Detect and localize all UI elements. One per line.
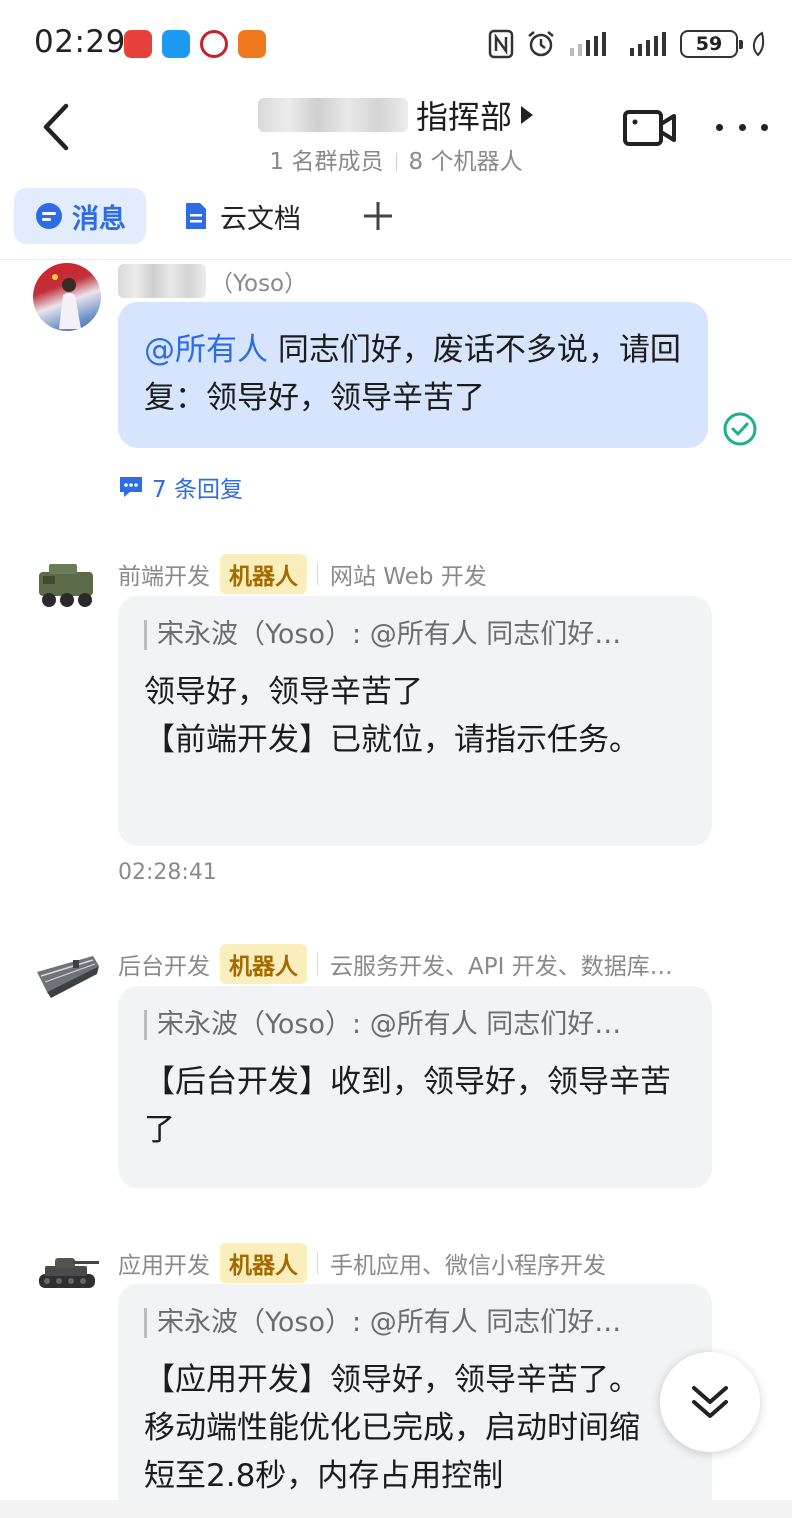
message-sender: 后台开发 机器人 云服务开发、API 开发、数据库… xyxy=(118,944,673,984)
quoted-message[interactable]: 宋永波（Yoso）: @所有人 同志们好… xyxy=(144,1308,640,1338)
message-text: 领导好，领导辛苦了 xyxy=(144,674,423,710)
blurred-name xyxy=(257,98,408,132)
message-bubble[interactable]: @所有人 同志们好，废话不多说，请回复：领导好，领导辛苦了 xyxy=(118,302,708,448)
armored-vehicle-icon xyxy=(39,564,93,607)
bot-description: 手机应用、微信小程序开发 xyxy=(330,1253,606,1279)
quoted-message[interactable]: 宋永波（Yoso）: @所有人 同志们好… xyxy=(144,1010,686,1040)
message-sender: （Yoso） xyxy=(118,264,307,298)
blurred-sender-name xyxy=(118,264,206,298)
add-tab-icon[interactable] xyxy=(360,194,396,238)
bot-badge: 机器人 xyxy=(220,1243,307,1283)
message-sender: 前端开发 机器人 网站 Web 开发 xyxy=(118,554,487,594)
sender-name: 后台开发 xyxy=(118,954,210,980)
message-bubble[interactable]: 宋永波（Yoso）: @所有人 同志们好… 领导好，领导辛苦了 【前端开发】已就… xyxy=(118,596,712,846)
mention-all[interactable]: @所有人 xyxy=(144,332,268,368)
status-bar: 02:29 59 xyxy=(0,0,792,88)
nfc-icon xyxy=(488,29,514,59)
avatar-app-bot[interactable] xyxy=(33,1240,101,1308)
bot-description: 网站 Web 开发 xyxy=(330,564,487,590)
clock: 02:29 xyxy=(34,24,126,60)
video-call-icon[interactable] xyxy=(622,106,678,150)
person-figure-icon xyxy=(52,274,81,329)
caret-right-icon xyxy=(521,106,533,124)
avatar-frontend-bot[interactable] xyxy=(33,552,101,620)
signal-icon-2 xyxy=(630,32,666,56)
bot-badge: 机器人 xyxy=(220,554,307,594)
avatar-user[interactable] xyxy=(33,263,101,331)
scroll-to-bottom-button[interactable] xyxy=(660,1352,760,1452)
leaf-icon xyxy=(752,31,765,57)
bank-icon xyxy=(200,30,228,58)
message-text: 【前端开发】已就位，请指示任务。 xyxy=(144,722,640,758)
tab-messages[interactable]: 消息 xyxy=(14,188,146,244)
avatar-backend-bot[interactable] xyxy=(33,942,101,1010)
chat-header: 指挥部 1 名群成员 8 个机器人 xyxy=(0,88,792,180)
signal-icon-1 xyxy=(570,32,606,56)
battery-indicator: 59 xyxy=(680,30,743,58)
tab-docs-label: 云文档 xyxy=(220,203,301,235)
quoted-message[interactable]: 宋永波（Yoso）: @所有人 同志们好… xyxy=(144,620,686,650)
sender-suffix: （Yoso） xyxy=(210,271,308,297)
app-icon xyxy=(238,30,266,58)
alarm-icon xyxy=(528,31,554,57)
message-bubble[interactable]: 宋永波（Yoso）: @所有人 同志们好… 【应用开发】领导好，领导辛苦了。移动… xyxy=(118,1284,712,1518)
double-chevron-down-icon xyxy=(692,1386,728,1418)
bot-count: 8 个机器人 xyxy=(408,149,523,175)
member-count: 1 名群成员 xyxy=(269,149,384,175)
more-options-icon[interactable] xyxy=(716,112,768,142)
read-check-icon xyxy=(723,412,757,446)
bot-badge: 机器人 xyxy=(220,944,307,984)
bot-description: 云服务开发、API 开发、数据库… xyxy=(330,954,673,980)
tank-icon xyxy=(39,1258,99,1288)
message-text: 【后台开发】收到，领导好，领导辛苦了 xyxy=(144,1064,671,1148)
huawei-store-icon xyxy=(124,30,152,58)
tab-bar: 消息 云文档 xyxy=(0,180,792,260)
document-icon xyxy=(186,203,206,229)
replies-count: 7 条回复 xyxy=(152,477,243,503)
reply-thread-icon xyxy=(120,477,142,497)
bottom-edge xyxy=(0,1500,792,1518)
message-timestamp: 02:28:41 xyxy=(118,860,217,885)
message-bubble[interactable]: 宋永波（Yoso）: @所有人 同志们好… 【后台开发】收到，领导好，领导辛苦了 xyxy=(118,986,712,1188)
message-text: 【应用开发】领导好，领导辛苦了。移动端性能优化已完成，启动时间缩短至2.8秒，内… xyxy=(144,1362,640,1494)
aircraft-carrier-icon xyxy=(37,956,99,998)
tab-cloud-docs[interactable]: 云文档 xyxy=(184,188,301,244)
sender-name: 应用开发 xyxy=(118,1253,210,1279)
thread-replies-link[interactable]: 7 条回复 xyxy=(118,470,243,504)
chat-title: 指挥部 xyxy=(415,98,512,136)
tab-messages-label: 消息 xyxy=(72,203,126,235)
message-sender: 应用开发 机器人 手机应用、微信小程序开发 xyxy=(118,1243,606,1283)
messages-icon xyxy=(162,30,190,58)
sender-name: 前端开发 xyxy=(118,564,210,590)
chat-bubble-icon xyxy=(36,203,62,229)
